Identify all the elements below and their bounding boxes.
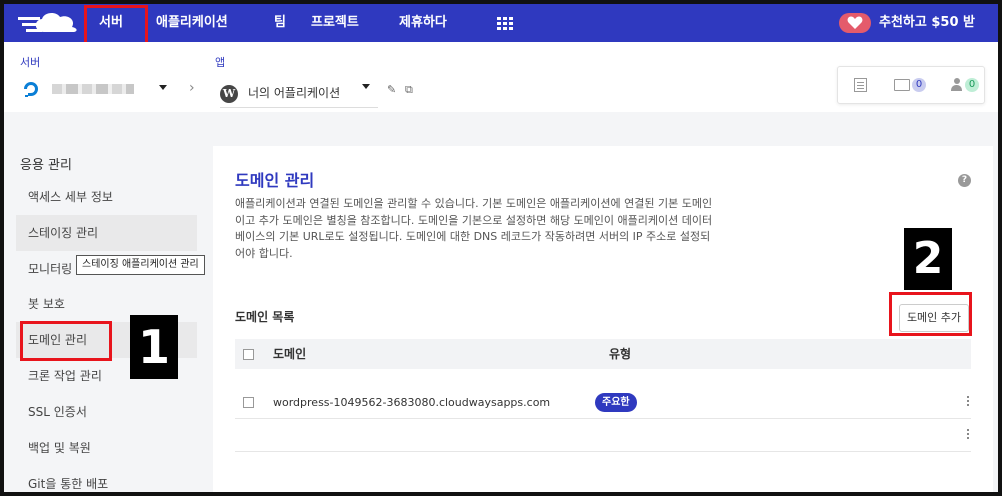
staging-tooltip: 스테이징 애플리케이션 관리 [76, 255, 205, 275]
digitalocean-icon [24, 82, 38, 97]
app-frame: 서버 애플리케이션 팀 프로젝트 제휴하다 추천하고 $50 받 서버 › 앱 … [4, 4, 998, 492]
server-label: 서버 [20, 56, 41, 69]
domain-management-card: 도메인 관리 ? 애플리케이션과 연결된 도메인을 관리할 수 있습니다. 기본… [213, 146, 993, 492]
domain-cell: wordpress-1049562-3683080.cloudwaysapps.… [273, 396, 551, 409]
pencil-icon[interactable]: ✎ [387, 83, 396, 96]
domain-list-title: 도메인 목록 [235, 310, 295, 324]
nav-team[interactable]: 팀 [274, 4, 286, 42]
user-count-badge: 0 [965, 78, 979, 92]
sidebar-heading: 응용 관리 [20, 158, 72, 173]
app-dropdown-icon[interactable] [362, 84, 370, 89]
help-icon[interactable]: ? [958, 174, 971, 187]
nav-projects[interactable]: 프로젝트 [311, 4, 359, 42]
table-row-empty [235, 419, 971, 452]
more-options-icon[interactable] [966, 394, 969, 407]
annotation-step-1: 1 [130, 315, 178, 379]
highlight-add-domain [889, 292, 972, 336]
nav-applications[interactable]: 애플리케이션 [156, 4, 228, 42]
annotation-step-2: 2 [904, 228, 952, 290]
app-name[interactable]: 너의 어플리케이션 [248, 84, 340, 101]
breadcrumb: 서버 › 앱 W 너의 어플리케이션 ✎ ⧉ 0 0 [4, 42, 998, 112]
app-label: 앱 [215, 56, 226, 69]
top-navigation: 서버 애플리케이션 팀 프로젝트 제휴하다 추천하고 $50 받 [4, 4, 998, 42]
select-all-checkbox[interactable] [243, 349, 254, 360]
description: 애플리케이션과 연결된 도메인을 관리할 수 있습니다. 기본 도메인은 애플리… [235, 197, 713, 260]
refer-and-earn-link[interactable]: 추천하고 $50 받 [879, 4, 975, 42]
row-checkbox[interactable] [243, 397, 254, 408]
chevron-right-icon: › [189, 80, 195, 96]
column-header-domain: 도메인 [273, 347, 307, 361]
wordpress-icon: W [220, 85, 238, 103]
sidebar-item-staging[interactable]: 스테이징 관리 [16, 215, 197, 251]
page-title: 도메인 관리 [235, 171, 315, 190]
external-link-icon[interactable]: ⧉ [405, 83, 413, 97]
table-header: 도메인 유형 [235, 339, 971, 369]
sidebar-item-backup[interactable]: 백업 및 복원 [16, 430, 197, 466]
server-dropdown-icon[interactable] [159, 85, 167, 90]
highlight-servers-nav [84, 5, 148, 47]
nav-partner[interactable]: 제휴하다 [399, 4, 447, 42]
column-header-type: 유형 [609, 347, 632, 361]
app-select-underline [220, 107, 378, 108]
list-icon[interactable] [854, 78, 867, 92]
highlight-domain-management [20, 321, 112, 361]
primary-badge: 주요한 [595, 393, 637, 412]
heart-icon[interactable] [839, 13, 871, 33]
sidebar-item-git-deploy[interactable]: Git을 통한 배포 [16, 466, 197, 492]
user-icon[interactable] [951, 78, 962, 92]
toolbar-icons: 0 0 [837, 66, 985, 104]
sidebar-item-ssl[interactable]: SSL 인증서 [16, 394, 197, 430]
folder-icon[interactable] [894, 79, 910, 91]
sidebar-item-access-details[interactable]: 액세스 세부 정보 [16, 179, 197, 215]
table-row: wordpress-1049562-3683080.cloudwaysapps.… [235, 386, 971, 419]
folder-count-badge: 0 [912, 78, 926, 92]
server-name-redacted[interactable] [52, 84, 134, 94]
apps-grid-icon[interactable] [497, 17, 513, 30]
more-options-icon[interactable] [966, 427, 969, 440]
cloudways-logo[interactable] [16, 10, 86, 36]
